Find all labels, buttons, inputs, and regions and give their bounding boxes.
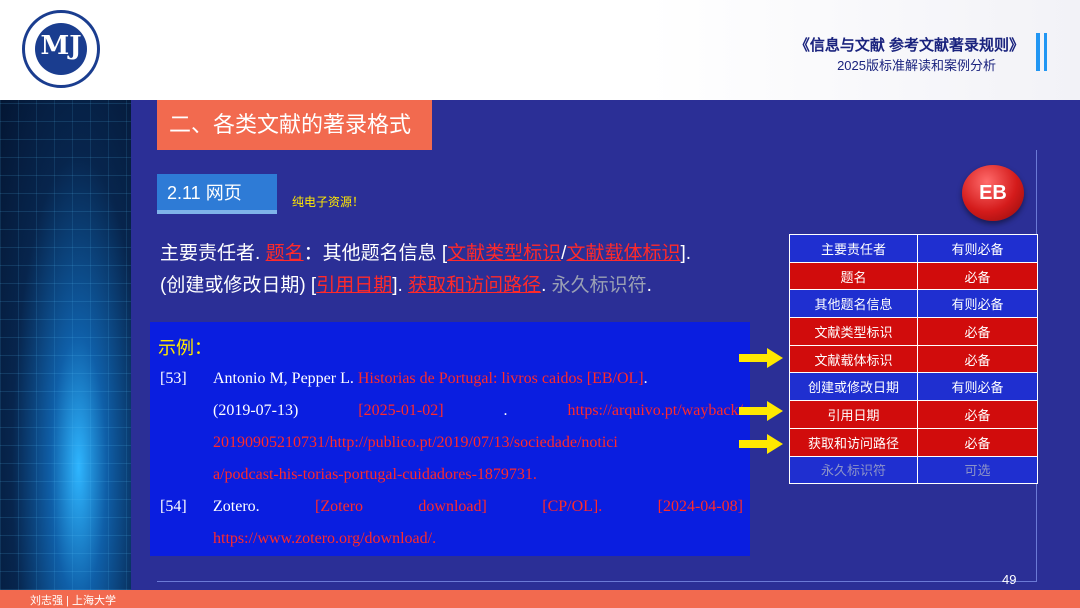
reference-title: [Zotero <box>315 498 364 515</box>
header-accent-bar-thin <box>1044 33 1047 71</box>
slide-header-subtitle: 2025版标准解读和案例分析 <box>837 58 996 73</box>
format-segment-required: 获取和访问路径 <box>408 275 542 296</box>
table-row: 题名 必备 <box>789 261 1038 291</box>
table-cell-element: 其他题名信息 <box>789 289 918 319</box>
reference-type: [CP/OL]. <box>542 498 603 515</box>
table-row: 其他题名信息 有则必备 <box>789 289 1038 319</box>
header-band: MJ 《信息与文献 参考文献著录规则》 2025版标准解读和案例分析 <box>0 0 1080 100</box>
format-template-line-1: 主要责任者. 题名：其他题名信息 [文献类型标识/文献载体标识]. <box>160 238 691 265</box>
table-cell-status: 必备 <box>917 261 1038 291</box>
format-segment-optional: 永久标识符 <box>551 275 647 296</box>
reference-line: https://www.zotero.org/download/. <box>213 530 436 548</box>
reference-url: https://www.zotero.org/download/. <box>213 530 437 547</box>
table-cell-element: 引用日期 <box>789 400 918 429</box>
header-accent-bar <box>1036 33 1040 71</box>
reference-url: https://arquivo.pt/wayback/ <box>567 402 743 419</box>
reference-cited-date: [2025-01-02] <box>358 402 444 419</box>
page-number: 49 <box>1002 572 1017 587</box>
table-cell-element: 文献类型标识 <box>789 317 918 346</box>
table-cell-status: 有则必备 <box>917 372 1038 402</box>
logo-glyph: MJ <box>40 31 82 61</box>
table-row: 引用日期 必备 <box>789 400 1038 429</box>
format-segment: . <box>646 275 652 296</box>
format-template-line-2: (创建或修改日期) [引用日期]. 获取和访问路径. 永久标识符. <box>160 270 652 297</box>
footer-bar: 刘志强 | 上海大学 <box>0 590 1080 608</box>
arrow-right-icon <box>739 434 783 454</box>
footer-text: 刘志强 | 上海大学 <box>30 595 116 607</box>
table-cell-status: 必备 <box>917 427 1038 457</box>
format-segment: ]. <box>392 275 409 296</box>
decorative-grid <box>0 100 131 590</box>
table-row: 获取和访问路径 必备 <box>789 427 1038 457</box>
table-cell-status: 有则必备 <box>917 234 1038 263</box>
subsection-note: 纯电子资源！ <box>292 195 365 209</box>
format-segment: . <box>541 275 552 296</box>
decorative-tech-panel <box>0 100 131 590</box>
format-segment: ]. <box>680 243 692 264</box>
reference-url-end: a/podcast-his-torias-portugal-cuidadores… <box>213 466 537 483</box>
reference-line: Antonio M, Pepper L. Historias de Portug… <box>213 370 648 388</box>
reference-number: [53] <box>160 370 187 387</box>
table-row: 文献类型标识 必备 <box>789 317 1038 346</box>
reference-punct: . <box>503 402 508 419</box>
table-cell-element: 永久标识符 <box>789 455 918 485</box>
reference-line: Zotero. [Zotero download] [CP/OL]. [2024… <box>213 498 743 516</box>
reference-number: [54] <box>160 498 187 515</box>
table-cell-status: 有则必备 <box>917 289 1038 319</box>
slide-header-title: 《信息与文献 参考文献著录规则》 <box>794 37 1024 54</box>
example-box: 示例： [53] Antonio M, Pepper L. Historias … <box>150 322 750 556</box>
reference-url-line: 20190905210731/http://publico.pt/2019/07… <box>213 434 618 451</box>
format-segment-required: 文献载体标识 <box>566 243 681 264</box>
table-cell-element: 文献载体标识 <box>789 344 918 374</box>
arrow-right-icon <box>739 401 783 421</box>
section-title: 二、各类文献的著录格式 <box>157 100 432 150</box>
format-segment-required: 文献类型标识 <box>447 243 562 264</box>
requirements-table: 主要责任者 有则必备 题名 必备 其他题名信息 有则必备 文献类型标识 必备 文献载体标… <box>789 234 1038 485</box>
table-cell-status: 可选 <box>917 455 1038 485</box>
reference-url-line: a/podcast-his-torias-portugal-cuidadores… <box>213 466 537 484</box>
table-row: 主要责任者 有则必备 <box>789 234 1038 263</box>
format-segment: ：其他题名信息 [ <box>303 243 448 264</box>
table-cell-element: 题名 <box>789 261 918 291</box>
reference-line: (2019-07-13) [2025-01-02] . https://arqu… <box>213 402 743 420</box>
reference-title: download] <box>418 498 487 515</box>
university-logo: MJ <box>22 10 100 88</box>
arrow-right-icon <box>739 348 783 368</box>
table-cell-element: 创建或修改日期 <box>789 372 918 402</box>
example-title: 示例： <box>158 338 212 358</box>
table-cell-element: 获取和访问路径 <box>789 427 918 457</box>
reference-date: (2019-07-13) <box>213 402 299 419</box>
eb-badge: EB <box>962 165 1024 221</box>
university-seal-icon: MJ <box>35 23 87 75</box>
reference-authors: Antonio M, Pepper L. <box>213 370 358 387</box>
reference-title: Historias de Portugal: livros caidos [EB… <box>357 370 644 387</box>
table-row: 创建或修改日期 有则必备 <box>789 372 1038 402</box>
reference-cited-date: [2024-04-08] <box>657 498 743 515</box>
table-cell-status: 必备 <box>917 400 1038 429</box>
format-segment-required: 引用日期 <box>316 275 393 296</box>
subsection-title: 2.11 网页 <box>157 174 277 214</box>
format-segment: 主要责任者. <box>160 243 266 264</box>
table-cell-element: 主要责任者 <box>789 234 918 263</box>
format-segment: (创建或修改日期) [ <box>160 275 317 296</box>
reference-authors: Zotero. <box>213 498 260 515</box>
table-cell-status: 必备 <box>917 344 1038 374</box>
reference-punct: . <box>643 370 648 387</box>
table-row: 永久标识符 可选 <box>789 455 1038 485</box>
table-row: 文献载体标识 必备 <box>789 344 1038 374</box>
table-cell-status: 必备 <box>917 317 1038 346</box>
format-segment-required: 题名 <box>265 243 304 264</box>
